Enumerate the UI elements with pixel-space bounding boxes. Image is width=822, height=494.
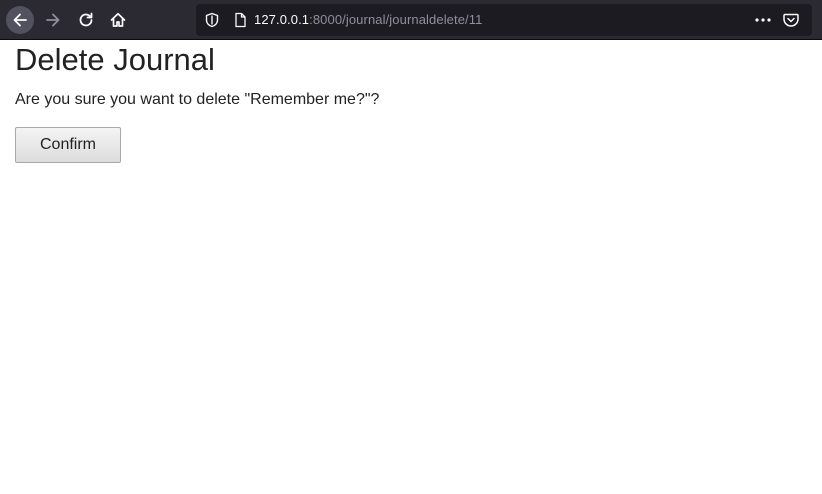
- more-dots-icon[interactable]: [754, 12, 772, 28]
- reload-icon: [79, 12, 93, 27]
- page-title: Delete Journal: [15, 42, 215, 77]
- page-icon: [235, 12, 246, 28]
- pocket-icon[interactable]: [782, 11, 800, 29]
- browser-toolbar: 127.0.0.1:8000/journal/journaldelete/11: [0, 0, 822, 40]
- delete-confirmation-message: Are you sure you want to delete "Remembe…: [15, 91, 380, 108]
- arrow-left-icon: [13, 13, 27, 27]
- confirm-button[interactable]: Confirm: [15, 127, 121, 163]
- arrow-right-icon: [46, 13, 60, 27]
- url-bar[interactable]: 127.0.0.1:8000/journal/journaldelete/11: [196, 4, 812, 36]
- url-host: 127.0.0.1: [254, 12, 310, 27]
- url-text[interactable]: 127.0.0.1:8000/journal/journaldelete/11: [254, 12, 482, 28]
- home-icon: [110, 12, 126, 27]
- shield-icon[interactable]: [204, 12, 220, 28]
- back-button[interactable]: [6, 6, 34, 34]
- url-path: :8000/journal/journaldelete/11: [309, 12, 483, 27]
- home-button[interactable]: [104, 6, 132, 34]
- forward-button[interactable]: [39, 6, 67, 34]
- reload-button[interactable]: [72, 6, 100, 34]
